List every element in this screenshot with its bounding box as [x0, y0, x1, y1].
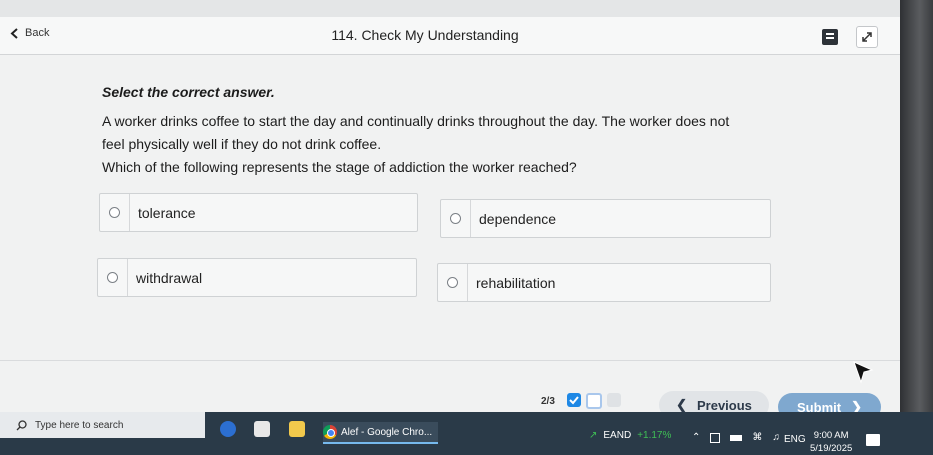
system-tray: ⌃ ⌘ ♫: [692, 432, 780, 443]
answer-option-tolerance[interactable]: tolerance: [99, 193, 418, 232]
store-icon[interactable]: [254, 421, 270, 437]
previous-label: Previous: [696, 397, 752, 413]
divider: [0, 360, 900, 361]
question-line: Which of the following represents the st…: [102, 159, 577, 175]
expand-icon: [862, 32, 872, 42]
search-placeholder: Type here to search: [35, 419, 124, 431]
notification-icon[interactable]: [866, 434, 880, 446]
app-tray-icon[interactable]: [710, 432, 721, 443]
chevron-up-icon[interactable]: ⌃: [692, 432, 700, 443]
volume-icon[interactable]: ♫: [772, 432, 780, 443]
top-strip: [0, 0, 900, 17]
weather-icon[interactable]: [220, 421, 236, 437]
radio-button[interactable]: [98, 259, 128, 296]
file-explorer-icon[interactable]: [289, 421, 305, 437]
chrome-icon: [323, 425, 337, 439]
screen-bezel: [900, 0, 933, 412]
taskbar-chrome-window[interactable]: Alef - Google Chro...: [323, 422, 439, 444]
clock-time: 9:00 AM: [813, 430, 849, 441]
search-icon: [16, 419, 27, 430]
page-indicator: 2/3: [541, 396, 555, 407]
stock-change: +1.17%: [637, 430, 672, 441]
page-title: 114. Check My Understanding: [331, 27, 519, 43]
answer-option-rehabilitation[interactable]: rehabilitation: [437, 263, 771, 302]
stock-symbol: EAND: [603, 430, 632, 441]
option-label: dependence: [479, 210, 557, 227]
calculator-icon[interactable]: [822, 29, 838, 45]
battery-icon[interactable]: [730, 434, 743, 441]
option-label: tolerance: [138, 204, 196, 221]
progress-dot-current[interactable]: [586, 393, 602, 409]
progress-dot-answered[interactable]: [567, 393, 581, 407]
radio-button[interactable]: [100, 194, 130, 231]
stock-up-icon: ↗: [589, 430, 598, 441]
question-line: feel physically well if they do not drin…: [102, 136, 382, 152]
taskbar-search[interactable]: Type here to search: [0, 412, 205, 438]
system-clock[interactable]: 9:00 AM 5/19/2025: [810, 429, 852, 455]
question-prompt: Select the correct answer.: [102, 84, 275, 100]
mouse-cursor-icon: [853, 361, 874, 384]
radio-button[interactable]: [441, 200, 471, 237]
chrome-window-title: Alef - Google Chro...: [341, 426, 433, 438]
answer-option-dependence[interactable]: dependence: [440, 199, 771, 238]
radio-button[interactable]: [438, 264, 468, 301]
answer-option-withdrawal[interactable]: withdrawal: [97, 258, 417, 297]
wifi-icon[interactable]: ⌘: [752, 432, 762, 443]
question-line: A worker drinks coffee to start the day …: [102, 113, 730, 129]
check-icon: [569, 396, 579, 405]
windows-taskbar: Type here to search Alef - Google Chro..…: [0, 412, 933, 455]
expand-button[interactable]: [856, 26, 878, 48]
assessment-window: Back 114. Check My Understanding Select …: [0, 0, 900, 421]
clock-date: 5/19/2025: [810, 443, 853, 454]
language-indicator[interactable]: ENG: [784, 434, 806, 445]
progress-dot-unanswered[interactable]: [607, 393, 621, 407]
header-bar: Back 114. Check My Understanding: [0, 17, 900, 55]
question-panel: Select the correct answer. A worker drin…: [102, 84, 802, 179]
chevron-left-icon: ❮: [676, 397, 687, 412]
option-label: withdrawal: [136, 269, 203, 286]
option-label: rehabilitation: [476, 274, 556, 291]
stock-widget[interactable]: ↗ EAND +1.17%: [589, 430, 671, 441]
